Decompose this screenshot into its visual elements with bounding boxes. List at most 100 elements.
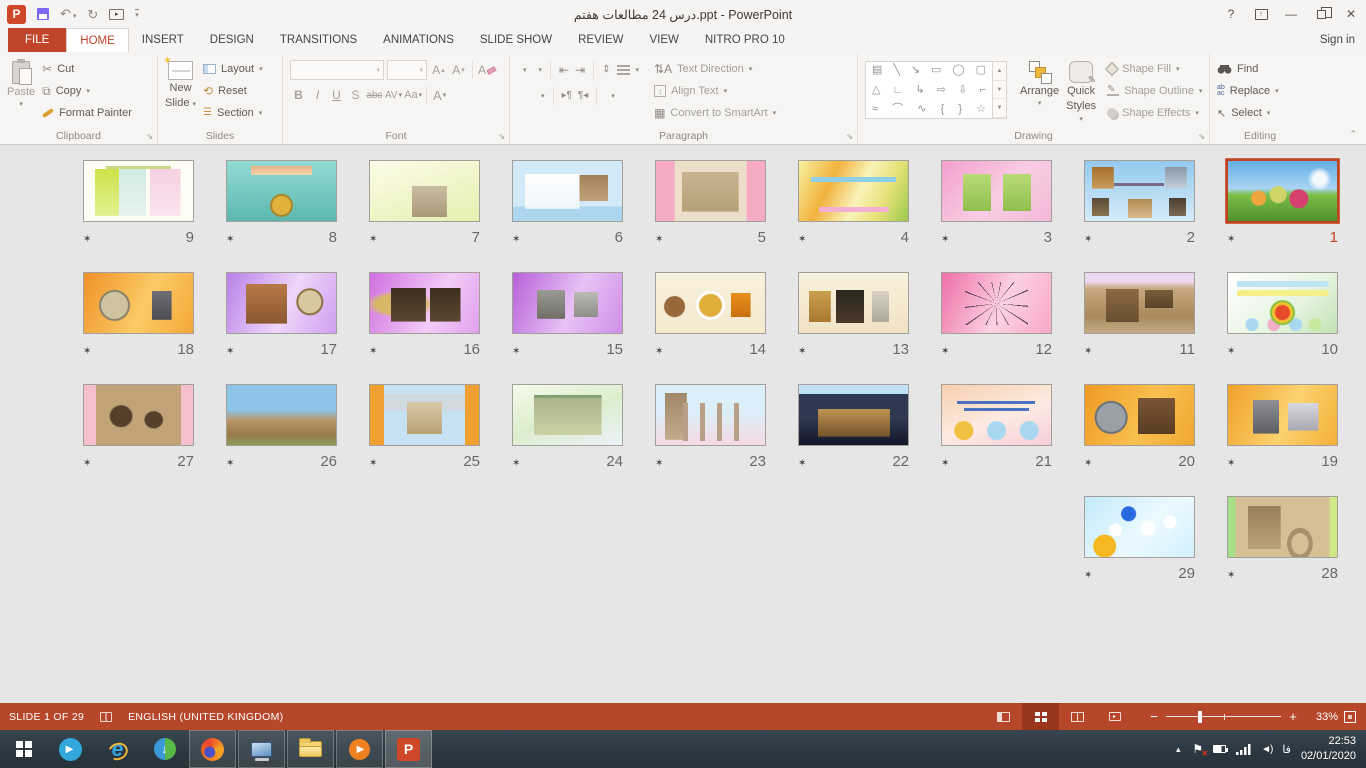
font-color-button[interactable]: A▾ — [431, 85, 448, 105]
undo-button[interactable]: ↶ ▾ — [60, 5, 76, 23]
battery-icon[interactable] — [1213, 745, 1226, 753]
slide-thumbnail[interactable] — [1084, 160, 1195, 222]
tab-nitro-pro[interactable]: NITRO PRO 10 — [692, 28, 798, 52]
slide-thumbnail[interactable] — [655, 384, 766, 446]
bold-button[interactable]: B — [290, 85, 307, 105]
tab-design[interactable]: DESIGN — [197, 28, 267, 52]
section-button[interactable]: ☰Section▾ — [203, 102, 263, 124]
normal-view-button[interactable] — [985, 703, 1022, 730]
customize-qat-icon[interactable]: ▾ — [135, 9, 139, 19]
zoom-slider-thumb[interactable] — [1198, 711, 1202, 723]
reading-view-button[interactable] — [1059, 703, 1096, 730]
slide-thumbnail[interactable] — [512, 384, 623, 446]
change-case-button[interactable]: Aa▾ — [404, 85, 422, 105]
restore-icon[interactable] — [1306, 0, 1336, 28]
new-slide-button[interactable]: New Slide ▾ — [165, 58, 196, 109]
taskbar-remote-desktop[interactable] — [238, 730, 285, 768]
zoom-out-button[interactable]: − — [1149, 709, 1159, 724]
grow-font-button[interactable]: A▴ — [430, 60, 447, 80]
clipboard-dialog-launcher-icon[interactable]: ⇘ — [146, 132, 153, 141]
tab-review[interactable]: REVIEW — [565, 28, 636, 52]
zoom-in-button[interactable]: + — [1288, 709, 1298, 724]
find-button[interactable]: Find — [1217, 58, 1279, 80]
shapes-gallery-scroll[interactable]: ▲▼▼ — [993, 61, 1007, 119]
spell-check-icon[interactable] — [100, 712, 112, 722]
slide-thumbnail[interactable] — [941, 384, 1052, 446]
slide-thumbnail[interactable] — [369, 160, 480, 222]
taskbar-file-explorer[interactable] — [287, 730, 334, 768]
clock[interactable]: 22:53 02/01/2020 — [1301, 734, 1356, 764]
slide-thumbnail[interactable] — [512, 160, 623, 222]
taskbar-internet-explorer[interactable]: e — [94, 730, 141, 768]
slide-thumbnail[interactable] — [1227, 384, 1338, 446]
slide-thumbnail[interactable] — [941, 160, 1052, 222]
slide-thumbnail[interactable] — [83, 384, 194, 446]
taskbar-media-player[interactable]: ▶ — [336, 730, 383, 768]
format-painter-button[interactable]: Format Painter — [42, 102, 132, 124]
text-shadow-button[interactable]: S — [347, 85, 364, 105]
slide-thumbnail[interactable] — [369, 384, 480, 446]
slide-thumbnail[interactable] — [798, 160, 909, 222]
shrink-font-button[interactable]: A▾ — [450, 60, 467, 80]
ribbon-display-options-icon[interactable]: ↑ — [1246, 0, 1276, 28]
shapes-gallery[interactable]: ▤╲↘▭◯▢ △∟↳⇨⇩⌐ ≈⌒∿{}☆ — [865, 61, 993, 119]
reset-button[interactable]: ⟲Reset — [203, 80, 263, 102]
slide-thumbnail[interactable] — [226, 272, 337, 334]
tab-animations[interactable]: ANIMATIONS — [370, 28, 467, 52]
underline-button[interactable]: U — [328, 85, 345, 105]
slide-thumbnail[interactable] — [226, 160, 337, 222]
slide-thumbnail[interactable] — [1227, 496, 1338, 558]
cut-button[interactable]: ✂Cut — [42, 58, 132, 80]
input-language-indicator[interactable]: فا — [1282, 743, 1291, 756]
select-button[interactable]: ↖Select▾ — [1217, 102, 1279, 124]
speaker-icon[interactable]: ◄) — [1261, 744, 1272, 755]
convert-smartart-button[interactable]: ▦Convert to SmartArt▾ — [654, 102, 776, 124]
decrease-indent-icon[interactable]: ⇤ — [559, 64, 569, 76]
slide-thumbnail[interactable] — [798, 272, 909, 334]
rtl-direction-icon[interactable]: ¶◂ — [578, 91, 588, 101]
font-size-combo[interactable]: ▾ — [387, 60, 427, 80]
fit-slide-to-window-icon[interactable] — [1344, 711, 1356, 723]
tab-transitions[interactable]: TRANSITIONS — [267, 28, 370, 52]
start-button[interactable] — [0, 730, 47, 768]
hidden-icons-chevron[interactable]: ▲ — [1174, 745, 1182, 754]
repeat-icon[interactable]: ↻ — [87, 8, 98, 21]
tab-home[interactable]: HOME — [66, 28, 129, 52]
taskbar-powerpoint[interactable]: P — [385, 730, 432, 768]
replace-button[interactable]: abacReplace▾ — [1217, 80, 1279, 102]
shape-fill-button[interactable]: Shape Fill▾ — [1107, 58, 1202, 80]
quick-styles-button[interactable]: Quick Styles ▾ — [1066, 58, 1096, 125]
text-box-shape-icon[interactable]: ▤ — [872, 65, 882, 76]
copy-button[interactable]: ⧉Copy▾ — [42, 80, 132, 102]
paragraph-dialog-launcher-icon[interactable]: ⇘ — [846, 132, 853, 141]
layout-button[interactable]: Layout▾ — [203, 58, 263, 80]
help-icon[interactable]: ? — [1216, 0, 1246, 28]
slide-thumbnail[interactable] — [1227, 272, 1338, 334]
font-dialog-launcher-icon[interactable]: ⇘ — [498, 132, 505, 141]
ltr-direction-icon[interactable]: ▸¶ — [562, 91, 572, 101]
slide-thumbnail[interactable] — [655, 272, 766, 334]
slide-sorter-view-button[interactable] — [1022, 703, 1059, 730]
shape-outline-button[interactable]: ✎Shape Outline▾ — [1107, 80, 1202, 102]
clear-formatting-button[interactable]: A — [478, 60, 496, 80]
slide-thumbnail[interactable] — [655, 160, 766, 222]
tab-insert[interactable]: INSERT — [129, 28, 197, 52]
slide-thumbnail[interactable] — [226, 384, 337, 446]
tab-slide-show[interactable]: SLIDE SHOW — [467, 28, 565, 52]
strikethrough-button[interactable]: abc — [366, 85, 383, 105]
zoom-slider[interactable] — [1166, 711, 1281, 723]
arrange-button[interactable]: Arrange▾ — [1020, 58, 1059, 108]
zoom-level[interactable]: 33% — [1308, 711, 1338, 723]
slide-thumbnail[interactable] — [1084, 384, 1195, 446]
drawing-dialog-launcher-icon[interactable]: ⇘ — [1198, 132, 1205, 141]
slide-thumbnail[interactable] — [83, 160, 194, 222]
language-indicator[interactable]: ENGLISH (UNITED KINGDOM) — [128, 711, 283, 723]
text-direction-button[interactable]: ⇅AText Direction▾ — [654, 58, 776, 80]
minimize-icon[interactable]: — — [1276, 0, 1306, 28]
slide-thumbnail[interactable] — [941, 272, 1052, 334]
font-name-combo[interactable]: ▾ — [290, 60, 384, 80]
action-center-flag-icon[interactable]: ⚑✕ — [1192, 742, 1203, 756]
close-icon[interactable]: ✕ — [1336, 0, 1366, 28]
taskbar-firefox[interactable] — [189, 730, 236, 768]
character-spacing-button[interactable]: AV▾ — [385, 85, 402, 105]
